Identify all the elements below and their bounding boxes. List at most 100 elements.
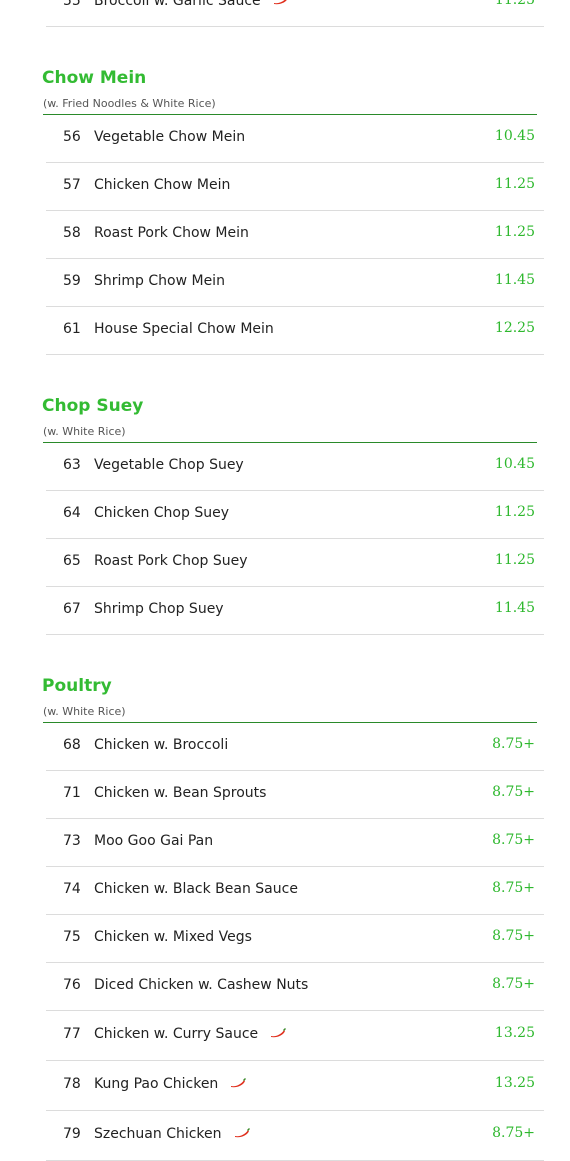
- item-price: 12.25: [494, 320, 535, 336]
- item-number: 56: [63, 129, 81, 145]
- item-number: 55: [63, 0, 81, 9]
- menu-item[interactable]: 78 Kung Pao Chicken 13.25: [46, 1060, 544, 1111]
- item-name: Chicken w. Curry Sauce: [94, 1026, 287, 1042]
- item-name: Roast Pork Chow Mein: [94, 225, 249, 241]
- item-number: 71: [63, 785, 81, 801]
- item-price: 8.75+: [492, 976, 535, 992]
- item-name-text: Vegetable Chop Suey: [94, 457, 244, 473]
- item-name: Chicken Chop Suey: [94, 505, 229, 521]
- menu-item[interactable]: 56 Vegetable Chow Mein 10.45: [46, 114, 544, 163]
- menu-item[interactable]: 55 Broccoli w. Garlic Sauce 11.25: [46, 0, 544, 27]
- section-title: Chow Mein: [42, 68, 147, 88]
- item-name-text: Shrimp Chow Mein: [94, 273, 225, 289]
- item-name-text: Chicken w. Bean Sprouts: [94, 785, 267, 801]
- item-price: 11.25: [494, 504, 535, 520]
- item-name: Vegetable Chow Mein: [94, 129, 245, 145]
- item-name-text: Broccoli w. Garlic Sauce: [94, 0, 261, 9]
- menu-item[interactable]: 76 Diced Chicken w. Cashew Nuts 8.75+: [46, 962, 544, 1011]
- item-name: Shrimp Chow Mein: [94, 273, 225, 289]
- item-name-text: Chicken Chop Suey: [94, 505, 229, 521]
- item-number: 73: [63, 833, 81, 849]
- item-price: 8.75+: [492, 736, 535, 752]
- menu-item[interactable]: 57 Chicken Chow Mein 11.25: [46, 162, 544, 211]
- item-number: 74: [63, 881, 81, 897]
- item-price: 11.45: [494, 272, 535, 288]
- chili-pepper-icon: [273, 0, 289, 9]
- menu-item[interactable]: 67 Shrimp Chop Suey 11.45: [46, 586, 544, 635]
- menu-item[interactable]: 59 Shrimp Chow Mein 11.45: [46, 258, 544, 307]
- item-name: Kung Pao Chicken: [94, 1076, 247, 1092]
- item-price: 11.25: [494, 0, 535, 8]
- item-number: 59: [63, 273, 81, 289]
- item-number: 61: [63, 321, 81, 337]
- section-subtitle: (w. White Rice): [43, 705, 126, 718]
- menu-item[interactable]: 75 Chicken w. Mixed Vegs 8.75+: [46, 914, 544, 963]
- item-number: 79: [63, 1126, 81, 1142]
- item-price: 8.75+: [492, 784, 535, 800]
- item-number: 76: [63, 977, 81, 993]
- item-name-text: Moo Goo Gai Pan: [94, 833, 214, 849]
- item-name: Chicken Chow Mein: [94, 177, 230, 193]
- item-price: 8.75+: [492, 832, 535, 848]
- section-subtitle: (w. White Rice): [43, 425, 126, 438]
- item-number: 67: [63, 601, 81, 617]
- item-name: Chicken w. Mixed Vegs: [94, 929, 252, 945]
- menu-item[interactable]: 58 Roast Pork Chow Mein 11.25: [46, 210, 544, 259]
- item-name: Diced Chicken w. Cashew Nuts: [94, 977, 308, 993]
- item-name: Szechuan Chicken: [94, 1126, 250, 1142]
- item-name-text: Chicken w. Curry Sauce: [94, 1026, 259, 1042]
- item-name: Chicken w. Broccoli: [94, 737, 228, 753]
- item-name-text: Chicken w. Broccoli: [94, 737, 229, 753]
- item-number: 77: [63, 1026, 81, 1042]
- item-price: 8.75+: [492, 928, 535, 944]
- item-name: Chicken w. Bean Sprouts: [94, 785, 266, 801]
- item-name-text: Vegetable Chow Mein: [94, 129, 246, 145]
- menu-item[interactable]: 73 Moo Goo Gai Pan 8.75+: [46, 818, 544, 867]
- item-name: Vegetable Chop Suey: [94, 457, 244, 473]
- item-price: 13.25: [494, 1025, 535, 1041]
- item-name-text: Chicken Chow Mein: [94, 177, 231, 193]
- menu-item[interactable]: 65 Roast Pork Chop Suey 11.25: [46, 538, 544, 587]
- item-name-text: Roast Pork Chow Mein: [94, 225, 249, 241]
- item-name-text: Szechuan Chicken: [94, 1126, 222, 1142]
- item-name: House Special Chow Mein: [94, 321, 274, 337]
- chili-pepper-icon: [234, 1126, 250, 1142]
- menu-item[interactable]: 63 Vegetable Chop Suey 10.45: [46, 442, 544, 491]
- item-number: 63: [63, 457, 81, 473]
- item-name: Roast Pork Chop Suey: [94, 553, 248, 569]
- menu-item[interactable]: 74 Chicken w. Black Bean Sauce 8.75+: [46, 866, 544, 915]
- item-name-text: Diced Chicken w. Cashew Nuts: [94, 977, 309, 993]
- item-number: 75: [63, 929, 81, 945]
- item-name: Shrimp Chop Suey: [94, 601, 224, 617]
- item-name-text: Shrimp Chop Suey: [94, 601, 224, 617]
- chili-pepper-icon: [270, 1026, 287, 1042]
- item-name-text: Kung Pao Chicken: [94, 1076, 219, 1092]
- menu-item[interactable]: 61 House Special Chow Mein 12.25: [46, 306, 544, 355]
- item-number: 58: [63, 225, 81, 241]
- item-price: 11.25: [494, 176, 535, 192]
- item-name: Chicken w. Black Bean Sauce: [94, 881, 298, 897]
- item-price: 11.25: [494, 552, 535, 568]
- item-price: 10.45: [494, 456, 535, 472]
- item-number: 68: [63, 737, 81, 753]
- item-price: 11.45: [494, 600, 535, 616]
- item-price: 10.45: [494, 128, 535, 144]
- item-name-text: Chicken w. Black Bean Sauce: [94, 881, 298, 897]
- section-title: Poultry: [42, 676, 112, 696]
- chili-pepper-icon: [230, 1076, 247, 1092]
- item-name: Moo Goo Gai Pan: [94, 833, 213, 849]
- menu-item[interactable]: 77 Chicken w. Curry Sauce 13.25: [46, 1010, 544, 1061]
- item-number: 64: [63, 505, 81, 521]
- item-name-text: Chicken w. Mixed Vegs: [94, 929, 252, 945]
- item-price: 13.25: [494, 1075, 535, 1091]
- menu-item[interactable]: 64 Chicken Chop Suey 11.25: [46, 490, 544, 539]
- item-name-text: Roast Pork Chop Suey: [94, 553, 248, 569]
- item-price: 11.25: [494, 224, 535, 240]
- section-subtitle: (w. Fried Noodles & White Rice): [43, 97, 216, 110]
- item-number: 65: [63, 553, 81, 569]
- item-price: 8.75+: [492, 1125, 535, 1141]
- menu-item[interactable]: 71 Chicken w. Bean Sprouts 8.75+: [46, 770, 544, 819]
- menu-item[interactable]: 79 Szechuan Chicken 8.75+: [46, 1110, 544, 1161]
- menu-item[interactable]: 68 Chicken w. Broccoli 8.75+: [46, 722, 544, 771]
- item-name: Broccoli w. Garlic Sauce: [94, 0, 289, 9]
